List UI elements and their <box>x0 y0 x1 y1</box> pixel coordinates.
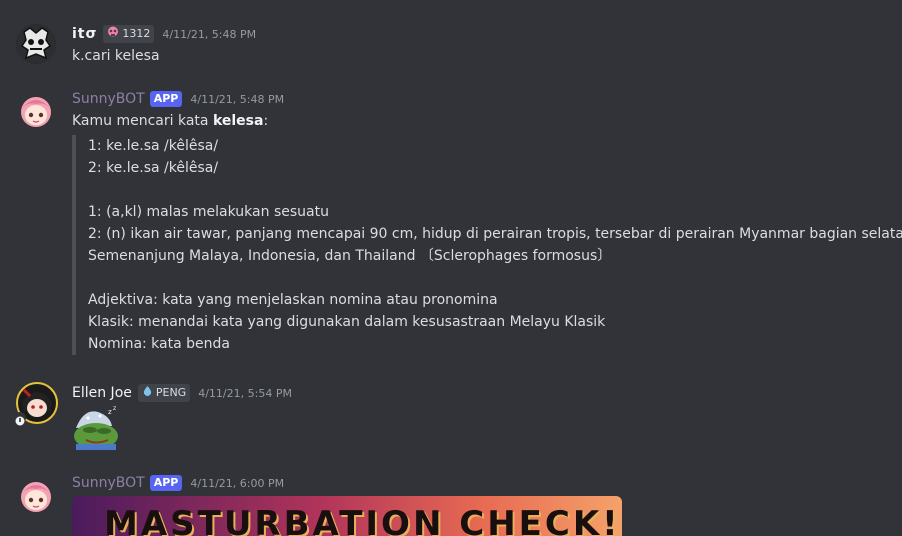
message-intro: Kamu mencari kata kelesa: <box>72 110 268 132</box>
quote-line: 2: (n) ikan air tawar, panjang mencapai … <box>88 226 902 242</box>
quote-line: 2: ke.le.sa /kêlêsa/ <box>88 160 219 176</box>
message-content: k.cari kelesa <box>72 48 160 64</box>
timestamp[interactable]: 4/11/21, 6:00 PM <box>190 477 284 490</box>
username[interactable]: Ellen Joe <box>72 384 132 402</box>
message-itsu: itσ 1312 4/11/21, 5:48 PM k.cari kelesa <box>0 0 902 80</box>
avatar-ellen-joe[interactable] <box>14 382 58 426</box>
quote-line: 1: ke.le.sa /kêlêsa/ <box>88 138 219 154</box>
username[interactable]: SunnyBOT <box>72 474 145 492</box>
avatar-sunnybot[interactable] <box>16 90 56 130</box>
guild-tag-badge[interactable]: 1312 <box>103 25 155 43</box>
embed-image-caption: MASTURBATION CHECK! <box>104 504 621 536</box>
pink-skull-icon <box>107 26 119 42</box>
quote-line: Adjektiva: kata yang menjelaskan nomina … <box>88 292 498 308</box>
timestamp[interactable]: 4/11/21, 5:54 PM <box>198 387 292 400</box>
guild-tag-text: 1312 <box>122 27 151 40</box>
username[interactable]: itσ <box>72 25 97 43</box>
quote-line: Nomina: kata benda <box>88 336 230 352</box>
definition-quote: 1: ke.le.sa /kêlêsa/ 2: ke.le.sa /kêlêsa… <box>72 135 902 355</box>
embed-image[interactable]: MASTURBATION CHECK! <box>72 496 622 536</box>
quote-line <box>88 267 902 289</box>
message-sunnybot-2: SunnyBOT APP 4/11/21, 6:00 PM MASTURBATI… <box>0 465 902 536</box>
svg-text:z: z <box>108 408 112 416</box>
timestamp[interactable]: 4/11/21, 5:48 PM <box>190 93 284 106</box>
avatar-itsu[interactable] <box>16 24 56 64</box>
message-sunnybot-1: SunnyBOT APP 4/11/21, 5:48 PM Kamu menca… <box>0 80 902 370</box>
message-ellen-joe: Ellen Joe PENG 4/11/21, 5:54 PM z z <box>0 370 902 465</box>
quote-line: Semenanjung Malaya, Indonesia, dan Thail… <box>88 248 612 264</box>
guild-tag-text: PENG <box>155 386 187 399</box>
username[interactable]: SunnyBOT <box>72 90 145 108</box>
quote-line: 1: (a,kl) malas melakukan sesuatu <box>88 204 329 220</box>
intro-text: Kamu mencari kata <box>72 113 213 129</box>
quote-line <box>88 179 902 201</box>
intro-colon: : <box>263 113 269 129</box>
sleeping-pepe-sticker[interactable]: z z <box>72 405 120 450</box>
quote-line: Klasik: menandai kata yang digunakan dal… <box>88 314 606 330</box>
guild-tag-badge[interactable]: PENG <box>137 384 191 402</box>
searched-word: kelesa <box>212 113 264 129</box>
avatar-sunnybot[interactable] <box>16 475 56 515</box>
app-badge: APP <box>149 475 183 491</box>
idle-moon-icon <box>14 412 26 426</box>
timestamp[interactable]: 4/11/21, 5:48 PM <box>162 28 256 41</box>
app-badge: APP <box>149 91 183 107</box>
water-drop-icon <box>142 385 153 401</box>
svg-text:z: z <box>113 406 116 412</box>
